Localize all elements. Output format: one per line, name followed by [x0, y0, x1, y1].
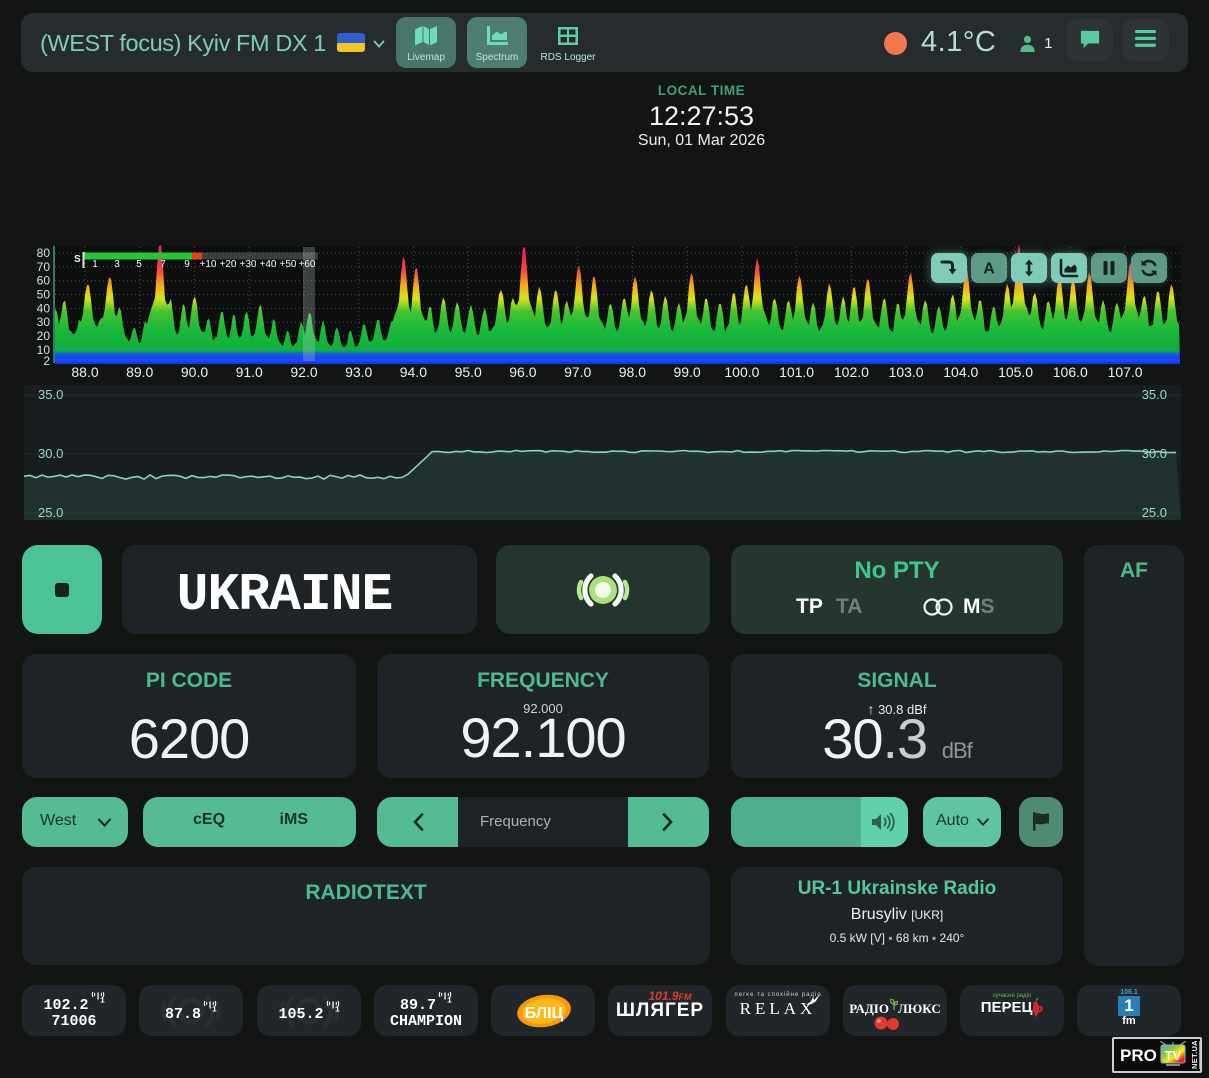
svg-text:30.0: 30.0: [1142, 446, 1167, 461]
svg-text:1: 1: [335, 1006, 340, 1013]
svg-text:35.0: 35.0: [38, 387, 63, 402]
svg-text:25.0: 25.0: [1142, 505, 1167, 520]
svg-text:БЛІЦ: БЛІЦ: [525, 1005, 564, 1022]
svg-text:25.0: 25.0: [38, 505, 63, 520]
svg-text:TV: TV: [1165, 1048, 1182, 1063]
svg-text:1: 1: [212, 1006, 217, 1013]
svg-text:35.0: 35.0: [1142, 387, 1167, 402]
svg-text:1: 1: [447, 997, 452, 1004]
svg-text:1: 1: [100, 997, 105, 1004]
svg-text:30.0: 30.0: [38, 446, 63, 461]
